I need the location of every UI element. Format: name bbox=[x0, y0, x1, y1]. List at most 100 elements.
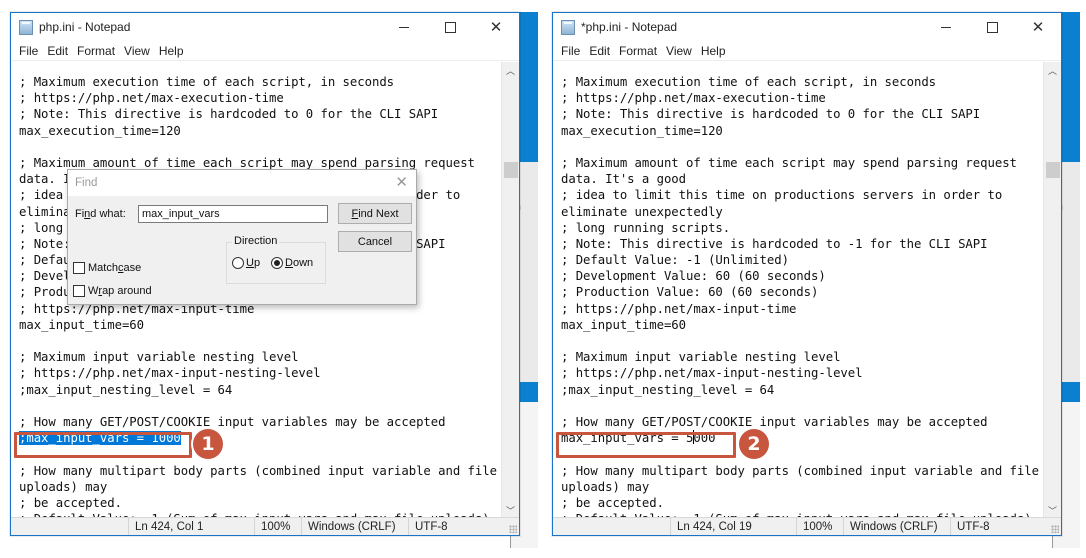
text-line: ; Default Value: -1 (Unlimited) bbox=[561, 253, 789, 268]
scrollbar-thumb[interactable] bbox=[1046, 162, 1060, 178]
minimize-button[interactable] bbox=[381, 13, 427, 41]
text-line: max_execution_time=120 bbox=[19, 123, 181, 138]
text-line: ; How many multipart body parts (combine… bbox=[19, 463, 497, 478]
text-line bbox=[561, 333, 1044, 349]
line-ending: Windows (CRLF) bbox=[843, 518, 950, 535]
text-line: ; Maximum execution time of each script,… bbox=[19, 75, 395, 89]
status-bar: Ln 424, Col 1 100% Windows (CRLF) UTF-8 bbox=[11, 517, 519, 535]
minimize-button[interactable] bbox=[923, 13, 969, 41]
text-line: ;max_input_nesting_level = 64 bbox=[19, 382, 233, 397]
find-next-button[interactable]: Find Next bbox=[338, 203, 412, 224]
text-line: max_execution_time=120 bbox=[561, 123, 723, 138]
zoom-level: 100% bbox=[796, 518, 843, 535]
encoding: UTF-8 bbox=[408, 518, 519, 535]
find-dialog: Find ✕ Find what: max_input_vars Find Ne… bbox=[67, 169, 417, 305]
text-line: ; https://php.net/max-input-time bbox=[561, 301, 797, 316]
text-line: ; Note: This directive is hardcoded to 0… bbox=[561, 107, 981, 122]
menu-view[interactable]: View bbox=[120, 44, 155, 58]
menu-view[interactable]: View bbox=[662, 44, 697, 58]
scroll-up-icon[interactable]: ︿ bbox=[502, 62, 519, 79]
menu-help[interactable]: Help bbox=[697, 44, 731, 58]
menu-bar: File Edit Format View Help bbox=[553, 41, 1061, 61]
zoom-level: 100% bbox=[254, 518, 301, 535]
title-bar[interactable]: php.ini - Notepad ✕ bbox=[11, 13, 519, 41]
vertical-scrollbar[interactable]: ︿ ﹀ bbox=[501, 62, 519, 519]
menu-file[interactable]: File bbox=[15, 44, 43, 58]
cursor-position: Ln 424, Col 19 bbox=[670, 518, 796, 535]
text-line: ; be accepted. bbox=[561, 495, 664, 510]
text-line bbox=[19, 139, 502, 155]
text-line: ; https://php.net/max-execution-time bbox=[561, 91, 826, 106]
text-line: ; How many GET/POST/COOKIE input variabl… bbox=[19, 414, 446, 429]
notepad-icon bbox=[561, 19, 575, 35]
text-line bbox=[561, 139, 1044, 155]
text-line bbox=[19, 333, 502, 349]
window-title: *php.ini - Notepad bbox=[581, 20, 678, 34]
find-what-label: Find what: bbox=[75, 208, 126, 220]
step-badge: 2 bbox=[739, 429, 769, 459]
step-badge: 1 bbox=[193, 429, 223, 459]
text-line: ; Maximum execution time of each script,… bbox=[561, 75, 937, 89]
close-icon[interactable]: ✕ bbox=[395, 173, 408, 191]
vertical-scrollbar[interactable]: ︿ ﹀ bbox=[1043, 62, 1061, 519]
text-line: ; idea to limit this time on productions… bbox=[561, 188, 1003, 203]
title-bar[interactable]: *php.ini - Notepad ✕ bbox=[553, 13, 1061, 41]
text-line bbox=[561, 398, 1044, 414]
line-ending: Windows (CRLF) bbox=[301, 518, 408, 535]
checkbox-icon bbox=[73, 285, 85, 297]
find-dialog-title: Find bbox=[68, 170, 416, 196]
match-case-checkbox[interactable]: Match c ase bbox=[73, 262, 141, 274]
wrap-around-checkbox[interactable]: Wr ap around bbox=[73, 285, 152, 297]
text-line: uploads) may bbox=[19, 479, 108, 494]
notepad-window-after: *php.ini - Notepad ✕ File Edit Format Vi… bbox=[552, 12, 1062, 536]
direction-label: Direction bbox=[232, 235, 280, 247]
encoding: UTF-8 bbox=[950, 518, 1061, 535]
text-line: ; https://php.net/max-input-nesting-leve… bbox=[561, 366, 863, 381]
direction-up-radio[interactable]: Up bbox=[232, 257, 260, 269]
text-line: ; Maximum input variable nesting level bbox=[561, 350, 841, 365]
text-line: ;max_input_nesting_level = 64 bbox=[561, 382, 775, 397]
maximize-button[interactable] bbox=[427, 13, 473, 41]
close-button[interactable]: ✕ bbox=[1015, 13, 1061, 41]
resize-grip-icon[interactable] bbox=[509, 525, 517, 533]
menu-file[interactable]: File bbox=[557, 44, 585, 58]
maximize-button[interactable] bbox=[969, 13, 1015, 41]
text-line: ; long running scripts. bbox=[561, 220, 731, 235]
find-what-input[interactable]: max_input_vars bbox=[138, 205, 328, 223]
resize-grip-icon[interactable] bbox=[1051, 525, 1059, 533]
left-panel: a a o e o e a e a e php.ini - Notepad ✕ … bbox=[10, 12, 538, 548]
close-button[interactable]: ✕ bbox=[473, 13, 519, 41]
scrollbar-thumb[interactable] bbox=[504, 162, 518, 178]
highlight-box bbox=[14, 432, 192, 458]
window-title: php.ini - Notepad bbox=[39, 20, 131, 34]
cancel-button[interactable]: Cancel bbox=[338, 231, 412, 252]
text-line: eliminate unexpectedly bbox=[561, 204, 723, 219]
checkbox-icon bbox=[73, 262, 85, 274]
status-bar: Ln 424, Col 19 100% Windows (CRLF) UTF-8 bbox=[553, 517, 1061, 535]
notepad-window-before: php.ini - Notepad ✕ File Edit Format Vie… bbox=[10, 12, 520, 536]
notepad-icon bbox=[19, 19, 33, 35]
text-line: ; https://php.net/max-input-nesting-leve… bbox=[19, 366, 321, 381]
menu-help[interactable]: Help bbox=[155, 44, 189, 58]
menu-edit[interactable]: Edit bbox=[585, 44, 615, 58]
text-line: ; Production Value: 60 (60 seconds) bbox=[561, 285, 819, 300]
cursor-position: Ln 424, Col 1 bbox=[128, 518, 254, 535]
menu-format[interactable]: Format bbox=[615, 44, 662, 58]
menu-edit[interactable]: Edit bbox=[43, 44, 73, 58]
text-line: uploads) may bbox=[561, 479, 650, 494]
text-line: ; Note: This directive is hardcoded to 0… bbox=[19, 107, 439, 122]
text-line: ; be accepted. bbox=[19, 495, 122, 510]
direction-down-radio[interactable]: Down bbox=[271, 257, 313, 269]
text-line: ; How many multipart body parts (combine… bbox=[561, 463, 1039, 478]
text-line: max_input_time=60 bbox=[19, 317, 145, 332]
highlight-box bbox=[556, 432, 736, 458]
menu-format[interactable]: Format bbox=[73, 44, 120, 58]
text-line: ; Development Value: 60 (60 seconds) bbox=[561, 269, 826, 284]
text-line: data. It's a good bbox=[561, 172, 687, 187]
radio-icon bbox=[232, 257, 244, 269]
scroll-up-icon[interactable]: ︿ bbox=[1044, 62, 1061, 79]
right-panel: a a o e o e a e a e *php.ini - Notepad ✕… bbox=[552, 12, 1080, 548]
direction-group: Direction Up Down bbox=[226, 235, 326, 284]
text-line: ; Note: This directive is hardcoded to -… bbox=[561, 236, 988, 251]
text-line: ; Maximum amount of time each script may… bbox=[561, 155, 1017, 170]
